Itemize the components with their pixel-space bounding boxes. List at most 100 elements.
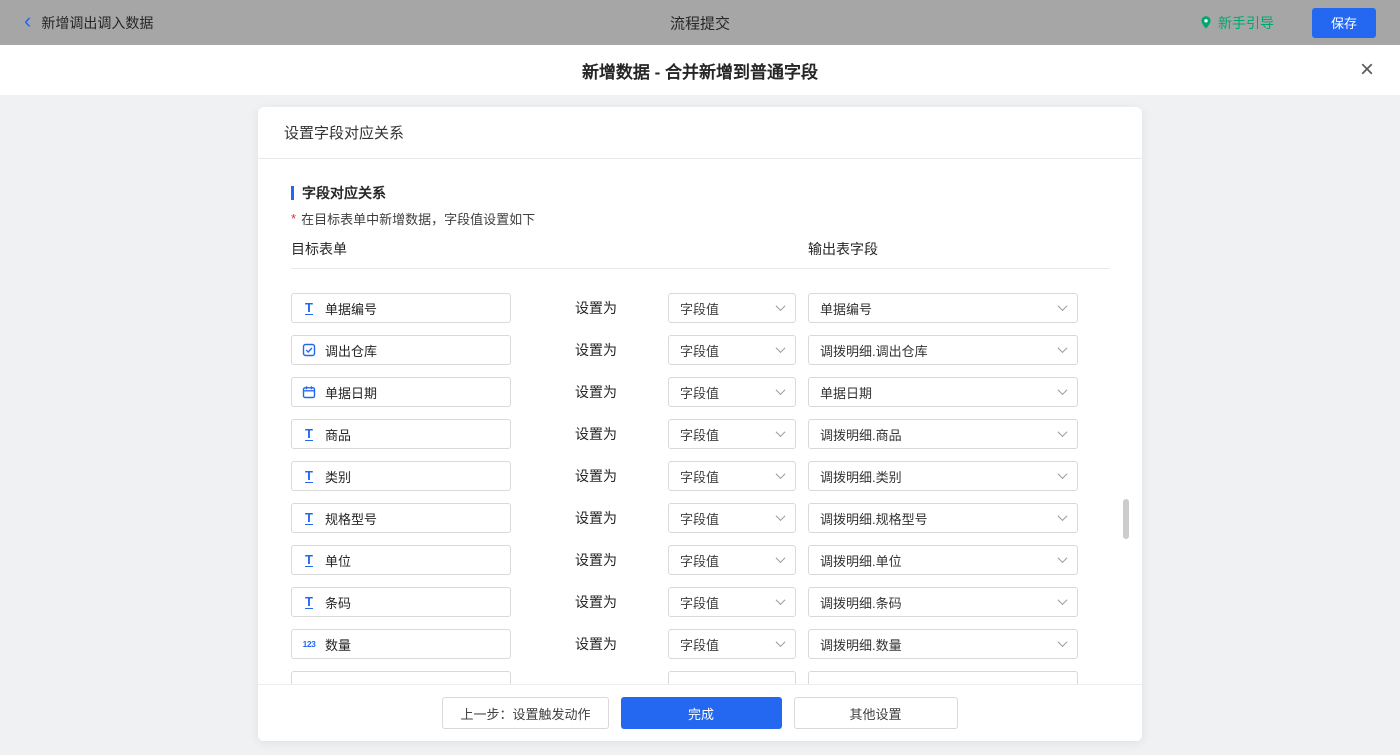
mapping-row: T 单位 设置为 字段值 调拨明细.单位 bbox=[291, 539, 1110, 581]
value-type-value: 字段值 bbox=[680, 425, 719, 444]
value-type-value: 字段值 bbox=[680, 383, 719, 402]
value-type-value: 字段值 bbox=[680, 509, 719, 528]
date-field-icon bbox=[301, 385, 317, 399]
target-field-box: T 条码 bbox=[291, 587, 511, 617]
chevron-down-icon bbox=[1058, 553, 1068, 563]
set-as-label: 设置为 bbox=[575, 424, 617, 444]
value-type-select[interactable]: 字段值 bbox=[668, 419, 796, 449]
output-field-select[interactable]: 调拨明细.条码 bbox=[808, 587, 1078, 617]
output-field-value: 单据日期 bbox=[820, 383, 872, 402]
chevron-down-icon bbox=[1058, 511, 1068, 521]
mapping-note-text: 在目标表单中新增数据，字段值设置如下 bbox=[301, 209, 535, 228]
output-field-select[interactable]: 调拨明细.规格型号 bbox=[808, 503, 1078, 533]
value-type-select[interactable]: 字段值 bbox=[668, 629, 796, 659]
output-field-value: 调拨明细.规格型号 bbox=[820, 509, 928, 528]
value-type-select[interactable]: 字段值 bbox=[668, 461, 796, 491]
section-title: 字段对应关系 bbox=[291, 183, 1110, 203]
value-type-select[interactable]: 字段值 bbox=[668, 335, 796, 365]
output-field-value: 调拨明细.数量 bbox=[820, 635, 902, 654]
page-background: 设置字段对应关系 字段对应关系 * 在目标表单中新增数据，字段值设置如下 目标表… bbox=[0, 95, 1400, 755]
topbar-actions: 新手引导 保存 bbox=[1199, 8, 1376, 38]
close-icon[interactable]: × bbox=[1360, 58, 1374, 82]
panel-body: 字段对应关系 * 在目标表单中新增数据，字段值设置如下 目标表单 输出表字段 T… bbox=[258, 159, 1142, 684]
mapping-row: T 类别 设置为 字段值 调拨明细.类别 bbox=[291, 455, 1110, 497]
set-as-label: 设置为 bbox=[575, 634, 617, 654]
target-field-label: 单据日期 bbox=[325, 383, 377, 402]
target-field-box: T 单据编号 bbox=[291, 293, 511, 323]
section-accent-bar bbox=[291, 186, 294, 200]
set-as-label: 设置为 bbox=[575, 340, 617, 360]
value-type-value: 字段值 bbox=[680, 341, 719, 360]
chevron-down-icon bbox=[776, 637, 786, 647]
value-type-value: 字段值 bbox=[680, 467, 719, 486]
value-type-select[interactable]: 字段值 bbox=[668, 545, 796, 575]
output-field-select[interactable]: 调拨明细.数量 bbox=[808, 629, 1078, 659]
text-field-icon: T bbox=[301, 595, 317, 609]
target-field-label: 规格型号 bbox=[325, 509, 377, 528]
dialog-title: 新增数据 - 合并新增到普通字段 bbox=[582, 58, 818, 83]
chevron-down-icon bbox=[776, 469, 786, 479]
scrollbar-thumb[interactable] bbox=[1123, 499, 1129, 539]
mapping-row: T 单据编号 设置为 字段值 单据编号 bbox=[291, 287, 1110, 329]
text-field-icon: T bbox=[301, 427, 317, 441]
value-type-select[interactable]: 字段值 bbox=[668, 503, 796, 533]
target-field-box: T 商品 bbox=[291, 419, 511, 449]
set-as-label: 设置为 bbox=[575, 592, 617, 612]
target-field-box: T 单位 bbox=[291, 545, 511, 575]
field-mapping-panel: 设置字段对应关系 字段对应关系 * 在目标表单中新增数据，字段值设置如下 目标表… bbox=[258, 107, 1142, 741]
text-field-icon: T bbox=[301, 469, 317, 483]
back-chevron-icon[interactable]: ‹ bbox=[24, 11, 31, 31]
beginner-guide-link[interactable]: 新手引导 bbox=[1199, 13, 1274, 33]
mapping-row: 123 数量 设置为 字段值 调拨明细.数量 bbox=[291, 623, 1110, 665]
chevron-down-icon bbox=[1058, 469, 1068, 479]
target-field-box: T 规格型号 bbox=[291, 503, 511, 533]
mapping-row: T 规格型号 设置为 字段值 调拨明细.规格型号 bbox=[291, 497, 1110, 539]
chevron-down-icon bbox=[776, 553, 786, 563]
mapping-rows: T 单据编号 设置为 字段值 单据编号 调出仓库 设置为 字段值 调拨明细.调出… bbox=[291, 269, 1110, 684]
value-type-value: 字段值 bbox=[680, 551, 719, 570]
done-button[interactable]: 完成 bbox=[621, 697, 782, 729]
chevron-down-icon bbox=[1058, 343, 1068, 353]
dialog-header: 新增数据 - 合并新增到普通字段 × bbox=[0, 45, 1400, 95]
value-type-select[interactable]: 字段值 bbox=[668, 293, 796, 323]
target-field-label: 条码 bbox=[325, 593, 351, 612]
previous-step-button[interactable]: 上一步：设置触发动作 bbox=[442, 697, 608, 729]
value-type-select[interactable]: 字段值 bbox=[668, 377, 796, 407]
target-field-box: T 类别 bbox=[291, 461, 511, 491]
output-field-value: 调拨明细.商品 bbox=[820, 425, 902, 444]
value-type-value: 字段值 bbox=[680, 593, 719, 612]
chevron-down-icon bbox=[776, 595, 786, 605]
chevron-down-icon bbox=[776, 511, 786, 521]
set-as-label: 设置为 bbox=[575, 466, 617, 486]
select-field-icon bbox=[301, 343, 317, 357]
output-field-select[interactable]: 调拨明细.商品 bbox=[808, 419, 1078, 449]
target-field-label: 单据编号 bbox=[325, 299, 377, 318]
save-button[interactable]: 保存 bbox=[1312, 8, 1376, 38]
mapping-note: * 在目标表单中新增数据，字段值设置如下 bbox=[291, 209, 1110, 227]
text-field-icon: T bbox=[301, 553, 317, 567]
output-field-select[interactable]: 调拨明细.类别 bbox=[808, 461, 1078, 491]
output-field-value: 调拨明细.单位 bbox=[820, 551, 902, 570]
output-field-select[interactable]: 单据日期 bbox=[808, 377, 1078, 407]
value-type-value: 字段值 bbox=[680, 635, 719, 654]
output-field-value: 单据编号 bbox=[820, 299, 872, 318]
back-nav[interactable]: ‹ 新增调出调入数据 bbox=[24, 13, 153, 33]
value-type-value: 字段值 bbox=[680, 299, 719, 318]
other-settings-button[interactable]: 其他设置 bbox=[794, 697, 958, 729]
output-field-select[interactable]: 单据编号 bbox=[808, 293, 1078, 323]
number-field-icon: 123 bbox=[301, 639, 317, 649]
back-label[interactable]: 新增调出调入数据 bbox=[41, 13, 153, 33]
column-header-target-form: 目标表单 bbox=[291, 239, 808, 259]
output-field-select[interactable]: 调拨明细.单位 bbox=[808, 545, 1078, 575]
required-asterisk: * bbox=[291, 211, 296, 226]
chevron-down-icon bbox=[776, 385, 786, 395]
set-as-label: 设置为 bbox=[575, 508, 617, 528]
chevron-down-icon bbox=[1058, 427, 1068, 437]
mapping-row: 调出仓库 设置为 字段值 调拨明细.调出仓库 bbox=[291, 329, 1110, 371]
value-type-select[interactable]: 字段值 bbox=[668, 587, 796, 617]
target-field-label: 数量 bbox=[325, 635, 351, 654]
output-field-value: 调拨明细.调出仓库 bbox=[820, 341, 928, 360]
target-field-label: 调出仓库 bbox=[325, 341, 377, 360]
section-title-label: 字段对应关系 bbox=[302, 183, 386, 203]
output-field-select[interactable]: 调拨明细.调出仓库 bbox=[808, 335, 1078, 365]
